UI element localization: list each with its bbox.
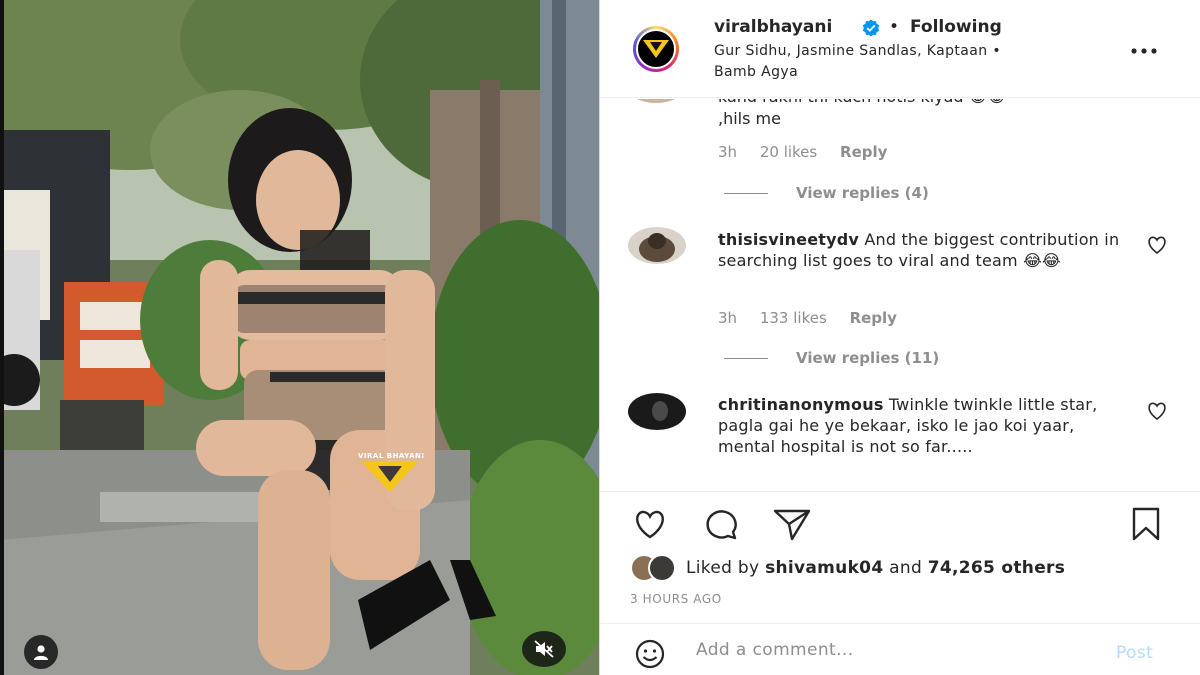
- post-actions: Liked by shivamuk04 and 74,265 others 3 …: [600, 491, 1200, 623]
- comment-avatar[interactable]: [628, 227, 686, 264]
- save-bookmark-icon[interactable]: [1124, 506, 1168, 542]
- liked-by-username[interactable]: shivamuk04: [765, 558, 883, 578]
- author-avatar[interactable]: [622, 26, 690, 72]
- frame-border: [0, 0, 4, 675]
- comment-meta: 3h 133 likes Reply: [718, 309, 915, 327]
- comment-bubble-icon[interactable]: [700, 506, 744, 542]
- comment-body: chritinanonymous Twinkle twinkle little …: [718, 394, 1128, 457]
- video-watermark: VIRAL BHAYANI: [358, 452, 425, 460]
- view-replies-button[interactable]: View replies (11): [724, 349, 939, 367]
- like-comment-heart-icon[interactable]: [1146, 235, 1168, 255]
- comment-meta: 3h 20 likes Reply: [718, 143, 905, 161]
- like-heart-icon[interactable]: [628, 506, 672, 542]
- post-header: viralbhayani • Following Gur Sidhu, Jasm…: [600, 0, 1200, 98]
- comment-likes[interactable]: 20 likes: [760, 143, 817, 161]
- likes-text: Liked by shivamuk04 and 74,265 others: [686, 558, 1066, 578]
- comments-list[interactable]: kahd rakhi thi kuch notis kiyad 😂😂 ,hils…: [600, 99, 1200, 491]
- replies-divider: [724, 357, 768, 359]
- muted-speaker-icon: [534, 640, 554, 658]
- author-username[interactable]: viralbhayani: [714, 17, 832, 37]
- share-paper-plane-icon[interactable]: [770, 506, 814, 542]
- more-options-button[interactable]: [1128, 36, 1160, 60]
- header-separator: •: [889, 17, 900, 37]
- post-comment-button[interactable]: Post: [1116, 643, 1153, 663]
- view-replies-button[interactable]: View replies (4): [724, 184, 929, 202]
- comment-text-partial: kahd rakhi thi kuch notis kiyad 😂😂 ,hils…: [718, 99, 1006, 128]
- verified-badge-icon: [862, 19, 880, 37]
- comment-username[interactable]: chritinanonymous: [718, 395, 884, 414]
- post-side-panel: viralbhayani • Following Gur Sidhu, Jasm…: [600, 0, 1200, 675]
- comment-avatar[interactable]: [628, 393, 686, 430]
- user-icon: [34, 645, 48, 660]
- video-frame-image: [0, 0, 599, 675]
- comment-body: thisisvineetydv And the biggest contribu…: [718, 229, 1128, 271]
- more-horizontal-icon: [1131, 48, 1157, 54]
- reply-button[interactable]: Reply: [850, 309, 897, 327]
- mute-toggle-button[interactable]: [522, 631, 566, 667]
- audio-attribution-link[interactable]: Gur Sidhu, Jasmine Sandlas, Kaptaan • Ba…: [714, 41, 1014, 83]
- liker-avatar[interactable]: [648, 554, 676, 582]
- following-button[interactable]: Following: [910, 17, 1002, 37]
- replies-divider: [724, 192, 768, 194]
- comment-likes[interactable]: 133 likes: [760, 309, 827, 327]
- likes-count-link[interactable]: 74,265 others: [928, 558, 1065, 578]
- comment-username[interactable]: thisisvineetydv: [718, 230, 859, 249]
- post-video[interactable]: VIRAL BHAYANI: [0, 0, 600, 675]
- tagged-users-button[interactable]: [24, 635, 58, 669]
- like-comment-heart-icon[interactable]: [1146, 401, 1168, 421]
- likes-summary: Liked by shivamuk04 and 74,265 others: [630, 554, 1065, 582]
- emoji-picker-icon[interactable]: [628, 636, 672, 672]
- comment-time: 3h: [718, 309, 738, 327]
- comment-input[interactable]: [696, 632, 1096, 668]
- add-comment-bar: Post: [600, 623, 1200, 675]
- comment-time: 3h: [718, 143, 738, 161]
- viralbhayani-logo-icon: [643, 40, 669, 58]
- reply-button[interactable]: Reply: [840, 143, 887, 161]
- comment-avatar[interactable]: [628, 99, 684, 103]
- post-timestamp[interactable]: 3 HOURS AGO: [630, 592, 722, 606]
